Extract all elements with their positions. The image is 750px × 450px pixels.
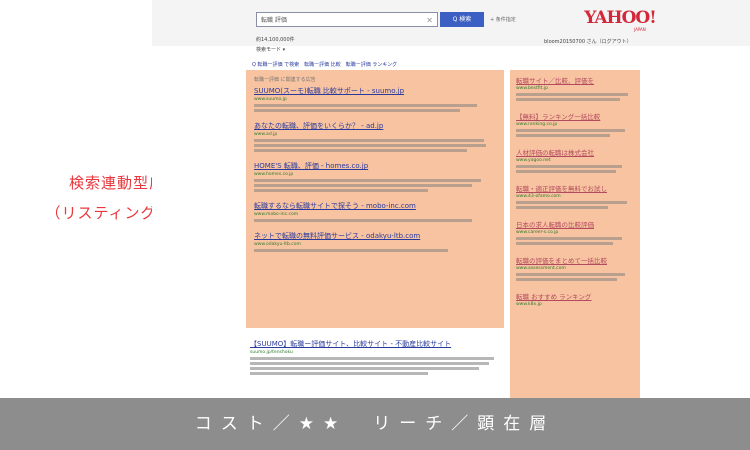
ad-url: www.suumo.jp: [254, 97, 287, 102]
side-ad-url: www.ranking.co.jp: [516, 122, 558, 127]
ad-url: www.mobo-inc.com: [254, 212, 299, 217]
side-ad-url: www.k8x.jp: [516, 302, 542, 307]
side-ad-description: [516, 98, 620, 101]
side-ad-description: [516, 93, 629, 96]
side-ad-item: 日本の求人転職の比較評価 www.career-s.co.jp: [516, 219, 634, 245]
side-ad-title-link[interactable]: 日本の求人転職の比較評価: [516, 219, 634, 229]
organic-url: suumo.jp/tenshoku: [250, 350, 293, 355]
side-ad-description: [516, 273, 625, 276]
ad-title-link[interactable]: 転職するなら転職サイトで探そう - mobo-inc.com: [254, 201, 496, 211]
side-ad-description: [516, 242, 613, 245]
ad-title-link[interactable]: あなたの転職、評価をいくらか？ - ad.jp: [254, 121, 496, 131]
side-ad-title-link[interactable]: 【無料】ランキング一括比較: [516, 111, 634, 121]
ad-description: [254, 189, 429, 192]
ad-url: www.odakyu-ltb.com: [254, 242, 301, 247]
ad-description: [254, 104, 477, 107]
side-ad-description: [516, 201, 627, 204]
results-count: 約14,100,000件: [256, 37, 295, 43]
search-mode-select[interactable]: 検索モード ▾: [256, 46, 285, 53]
side-ad-title-link[interactable]: 人材評価の転職は株式会社: [516, 147, 634, 157]
side-ad-title-link[interactable]: 転職サイト／比較、評価を: [516, 75, 634, 85]
organic-description: [250, 372, 428, 375]
side-ad-description: [516, 129, 625, 132]
site-logo-sub: JAPAN: [634, 27, 646, 32]
search-input[interactable]: 転職 評価 ✕: [256, 12, 438, 27]
ad-title-link[interactable]: SUUMO(スーモ)転職 比較サポート - suumo.jp: [254, 86, 496, 96]
side-ad-item: 人材評価の転職は株式会社 www.yagoo.net: [516, 147, 634, 173]
side-ad-url: www.43-ofamo.com: [516, 194, 561, 199]
ad-description: [254, 249, 448, 252]
site-logo[interactable]: YAHOO!: [580, 8, 660, 28]
ad-description: [254, 179, 482, 182]
ad-description: [254, 109, 460, 112]
ad-description: [254, 219, 472, 222]
organic-description: [250, 362, 489, 365]
side-ad-description: [516, 278, 618, 281]
organic-result: 【SUUMO】転職ー評価サイト、比較サイト - 不動産比較サイト suumo.j…: [250, 339, 504, 377]
clear-icon[interactable]: ✕: [426, 13, 433, 28]
side-ad-url: www.yagoo.net: [516, 158, 551, 163]
ad-item: あなたの転職、評価をいくらか？ - ad.jp www.ad.jp: [254, 121, 496, 152]
ad-description: [254, 149, 467, 152]
side-ad-description: [516, 165, 623, 168]
search-query: 転職 評価: [261, 17, 287, 24]
side-ad-title-link[interactable]: 転職 おすすめ ランキング: [516, 291, 634, 301]
search-button[interactable]: Q 検索: [440, 12, 484, 27]
side-ad-url: www.bestfit.jp: [516, 86, 548, 91]
cost-reach-band: コスト／★★ リーチ／顕在層: [0, 398, 750, 450]
side-ad-item: 転職の評価をまとめて一括比較 www.assessment.com: [516, 255, 634, 281]
side-ad-item: 【無料】ランキング一括比較 www.ranking.co.jp: [516, 111, 634, 137]
listing-ads-side: 転職サイト／比較、評価を www.bestfit.jp 【無料】ランキング一括比…: [510, 70, 640, 398]
ads-header: 転職ー評価 に関連する広告: [254, 77, 316, 83]
user-info[interactable]: bloom20150700 さん（ログアウト）: [544, 38, 632, 45]
ad-url: www.homes.co.jp: [254, 172, 294, 177]
side-ad-description: [516, 134, 611, 137]
side-ad-title-link[interactable]: 転職・適正評価を無料でお試し: [516, 183, 634, 193]
ad-title-link[interactable]: HOME'S 転職、評価 - homes.co.jp: [254, 161, 496, 171]
organic-description: [250, 367, 479, 370]
ad-item: 転職するなら転職サイトで探そう - mobo-inc.com www.mobo-…: [254, 201, 496, 222]
ad-url: www.ad.jp: [254, 132, 278, 137]
ad-item: HOME'S 転職、評価 - homes.co.jp www.homes.co.…: [254, 161, 496, 192]
ad-item: SUUMO(スーモ)転職 比較サポート - suumo.jp www.suumo…: [254, 86, 496, 112]
side-ad-item: 転職 おすすめ ランキング www.k8x.jp: [516, 291, 634, 307]
side-ad-title-link[interactable]: 転職の評価をまとめて一括比較: [516, 255, 634, 265]
ad-title-link[interactable]: ネットで転職の無料評価サービス - odakyu-ltb.com: [254, 231, 496, 241]
organic-description: [250, 357, 494, 360]
organic-title-link[interactable]: 【SUUMO】転職ー評価サイト、比較サイト - 不動産比較サイト: [250, 339, 504, 349]
ad-item: ネットで転職の無料評価サービス - odakyu-ltb.com www.oda…: [254, 231, 496, 252]
side-ad-item: 転職サイト／比較、評価を www.bestfit.jp: [516, 75, 634, 101]
side-ad-url: www.assessment.com: [516, 266, 566, 271]
search-results-screenshot: 転職 評価 ✕ Q 検索 + 条件指定 YAHOO! JAPAN 約14,100…: [152, 0, 750, 398]
side-ad-description: [516, 237, 623, 240]
side-ad-item: 転職・適正評価を無料でお試し www.43-ofamo.com: [516, 183, 634, 209]
search-option-link[interactable]: + 条件指定: [490, 16, 516, 23]
related-searches[interactable]: Q 転職ー評価 で検索 転職ー評価 比較 転職ー評価 ランキング: [252, 61, 397, 68]
ad-description: [254, 139, 484, 142]
side-ad-url: www.career-s.co.jp: [516, 230, 559, 235]
ad-description: [254, 144, 487, 147]
listing-ads-main: 転職ー評価 に関連する広告 SUUMO(スーモ)転職 比較サポート - suum…: [246, 70, 504, 328]
side-ad-description: [516, 170, 617, 173]
side-ad-description: [516, 206, 609, 209]
ad-description: [254, 184, 472, 187]
